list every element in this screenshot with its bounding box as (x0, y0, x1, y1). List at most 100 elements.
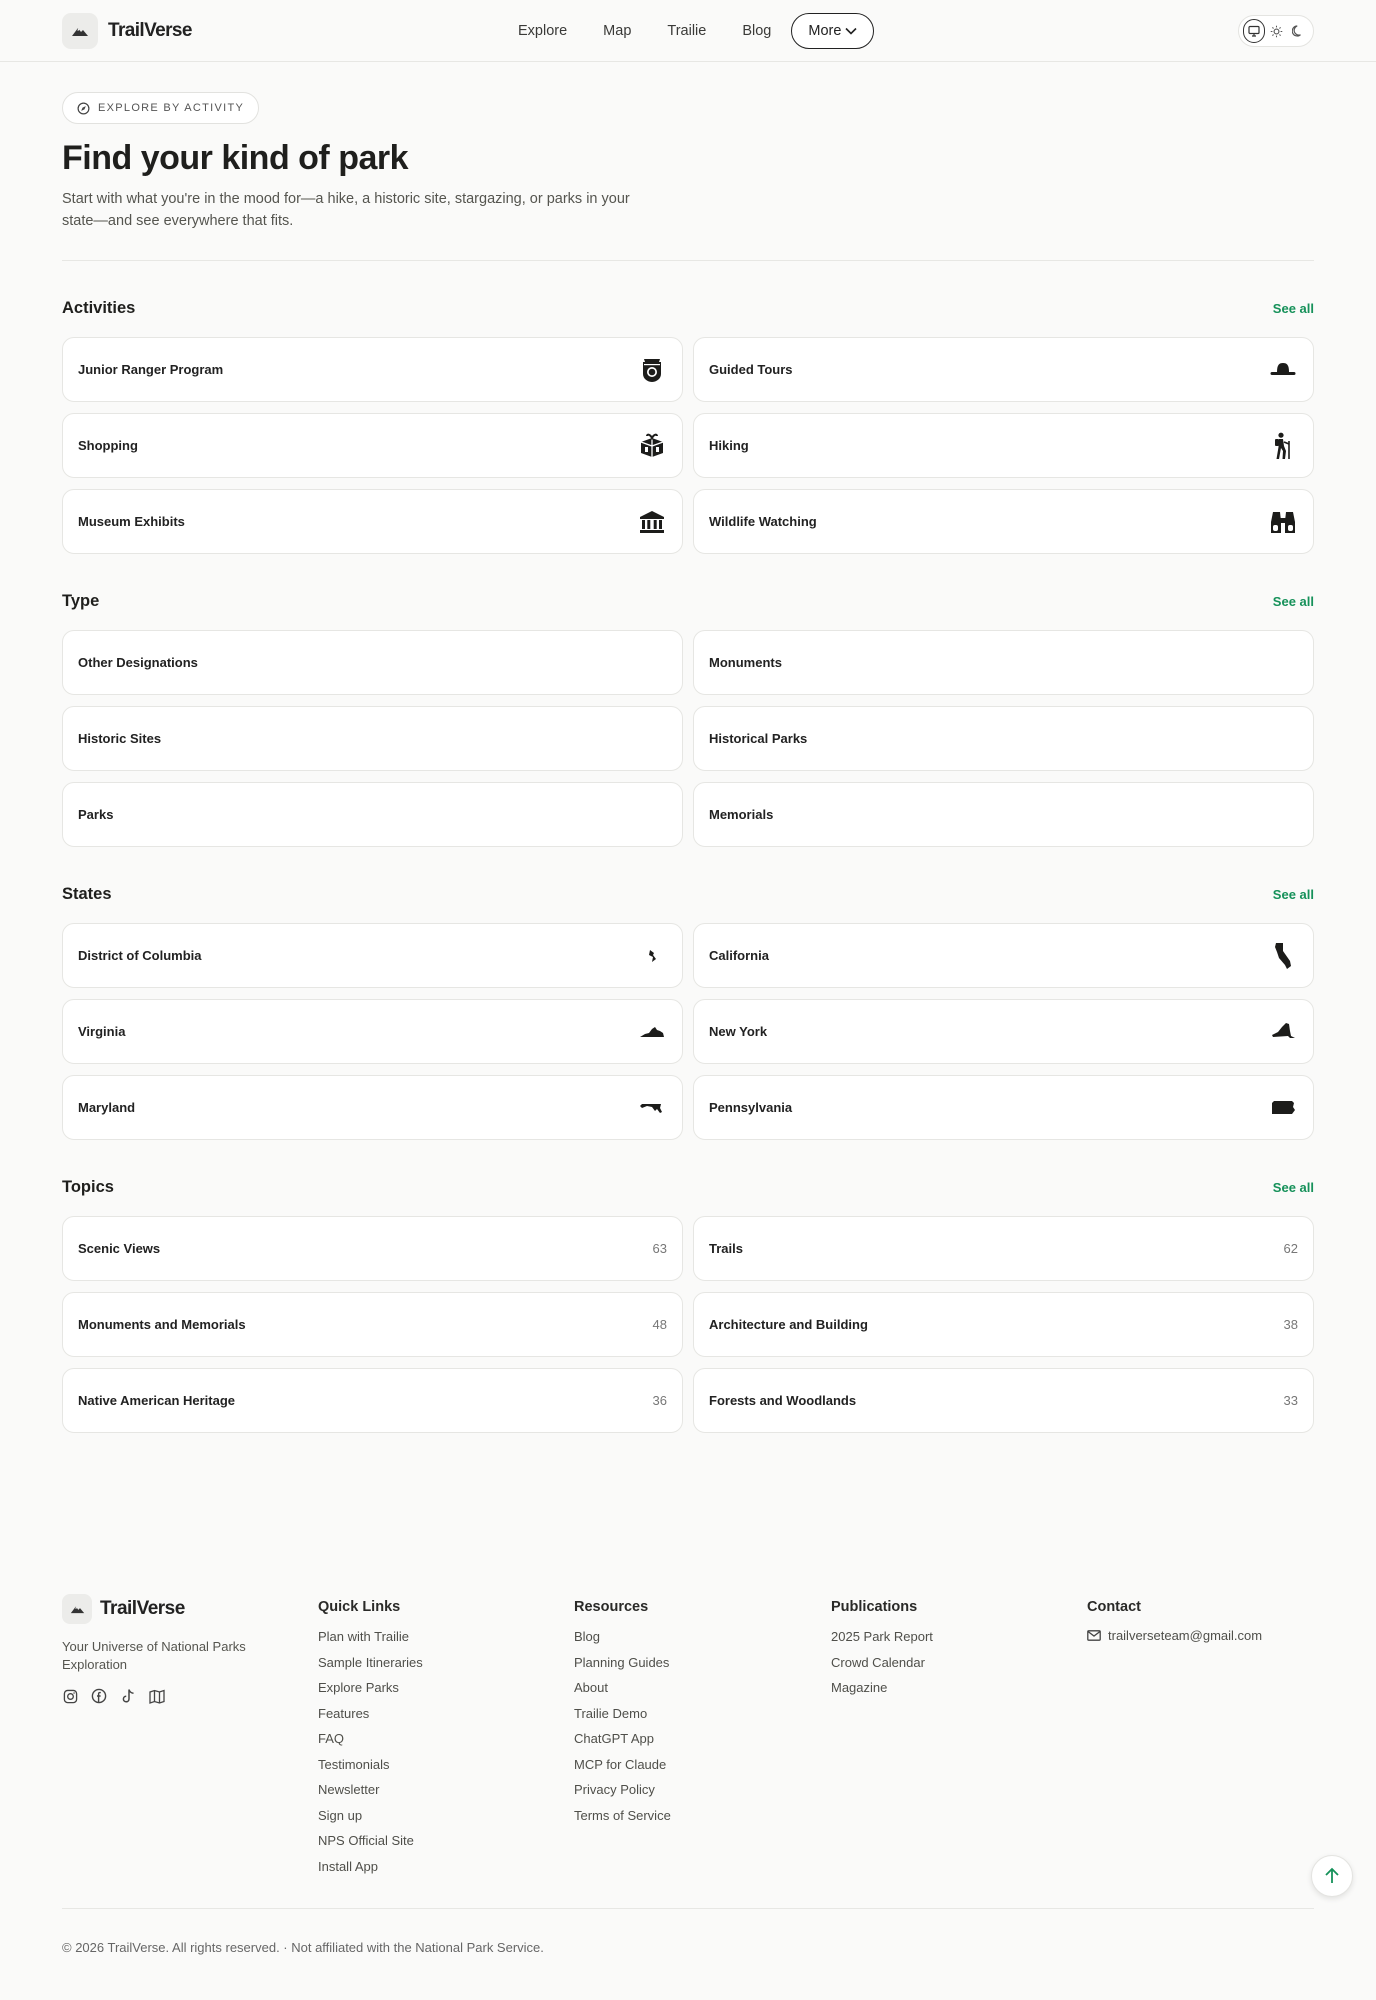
footer-link[interactable]: Blog (574, 1628, 671, 1654)
activity-card-wildlife-watching[interactable]: Wildlife Watching (693, 489, 1314, 554)
footer-link[interactable]: MCP for Claude (574, 1756, 671, 1782)
footer-link[interactable]: Crowd Calendar (831, 1654, 933, 1680)
mountain-logo-icon (62, 13, 98, 49)
nav-map[interactable]: Map (603, 23, 631, 39)
dark-theme-button[interactable] (1287, 19, 1309, 43)
card-label: Junior Ranger Program (78, 362, 224, 377)
see-all-states-link[interactable]: See all (1273, 887, 1314, 902)
activity-card-guided-tours[interactable]: Guided Tours (693, 337, 1314, 402)
footer-heading: Quick Links (318, 1599, 401, 1615)
section-title-type: Type (62, 591, 100, 610)
topic-card-forests-woodlands[interactable]: Forests and Woodlands 33 (693, 1368, 1314, 1433)
footer-link[interactable]: NPS Official Site (318, 1832, 423, 1858)
footer-contact: Contact trailverseteam@gmail.com (1087, 1594, 1262, 1643)
footer-link[interactable]: About (574, 1679, 671, 1705)
topic-count: 38 (1283, 1317, 1298, 1332)
type-card-monuments[interactable]: Monuments (693, 630, 1314, 695)
states-section: States See all District of Columbia Cali… (62, 879, 1314, 1140)
footer-heading: Resources (574, 1599, 649, 1615)
theme-toggle (1238, 15, 1314, 47)
chevron-down-icon (845, 27, 857, 35)
card-label: Guided Tours (709, 362, 793, 377)
footer-link[interactable]: Explore Parks (318, 1679, 423, 1705)
contact-email-link[interactable]: trailverseteam@gmail.com (1087, 1628, 1262, 1643)
footer-logo[interactable]: TrailVerse (62, 1594, 272, 1624)
activity-card-shopping[interactable]: Shopping (62, 413, 683, 478)
card-label: Monuments and Memorials (78, 1317, 246, 1332)
type-card-memorials[interactable]: Memorials (693, 782, 1314, 847)
activity-card-junior-ranger[interactable]: Junior Ranger Program (62, 337, 683, 402)
footer-link[interactable]: Magazine (831, 1679, 933, 1705)
monitor-icon (1248, 25, 1260, 37)
footer-brand-name: TrailVerse (100, 1598, 185, 1619)
footer-link[interactable]: FAQ (318, 1730, 423, 1756)
see-all-topics-link[interactable]: See all (1273, 1180, 1314, 1195)
card-label: Forests and Woodlands (709, 1393, 857, 1408)
arrow-up-icon (1325, 1867, 1339, 1883)
topic-card-native-american-heritage[interactable]: Native American Heritage 36 (62, 1368, 683, 1433)
scroll-to-top-button[interactable] (1311, 1855, 1353, 1897)
footer-link[interactable]: Privacy Policy (574, 1781, 671, 1807)
pennsylvania-shape-icon (1268, 1093, 1298, 1123)
footer-link[interactable]: 2025 Park Report (831, 1628, 933, 1654)
compass-icon (77, 102, 90, 114)
section-title-activities: Activities (62, 298, 136, 317)
ranger-hat-icon (1268, 355, 1298, 385)
nav-blog[interactable]: Blog (742, 23, 771, 39)
footer-link[interactable]: Trailie Demo (574, 1705, 671, 1731)
topic-count: 62 (1283, 1241, 1298, 1256)
museum-icon (637, 507, 667, 537)
system-theme-button[interactable] (1243, 19, 1266, 43)
card-label: Other Designations (78, 655, 198, 670)
footer-link[interactable]: Install App (318, 1858, 423, 1884)
light-theme-button[interactable] (1265, 19, 1287, 43)
more-menu-button[interactable]: More (791, 13, 875, 49)
card-label: Native American Heritage (78, 1393, 236, 1408)
map-icon[interactable] (149, 1688, 165, 1704)
footer-link[interactable]: Plan with Trailie (318, 1628, 423, 1654)
activity-card-museum-exhibits[interactable]: Museum Exhibits (62, 489, 683, 554)
footer-link[interactable]: Newsletter (318, 1781, 423, 1807)
footer-link[interactable]: ChatGPT App (574, 1730, 671, 1756)
instagram-icon[interactable] (62, 1688, 78, 1704)
footer-link[interactable]: Sign up (318, 1807, 423, 1833)
state-card-california[interactable]: California (693, 923, 1314, 988)
brand-name: TrailVerse (108, 20, 192, 41)
tiktok-icon[interactable] (120, 1688, 136, 1704)
more-label: More (808, 23, 842, 39)
main-content: EXPLORE BY ACTIVITY Find your kind of pa… (62, 92, 1314, 1433)
type-card-historic-sites[interactable]: Historic Sites (62, 706, 683, 771)
binoculars-icon (1268, 507, 1298, 537)
maryland-shape-icon (637, 1093, 667, 1123)
topic-card-trails[interactable]: Trails 62 (693, 1216, 1314, 1281)
card-label: Memorials (709, 807, 774, 822)
type-card-historical-parks[interactable]: Historical Parks (693, 706, 1314, 771)
state-card-pennsylvania[interactable]: Pennsylvania (693, 1075, 1314, 1140)
topic-card-scenic-views[interactable]: Scenic Views 63 (62, 1216, 683, 1281)
hiker-icon (1268, 431, 1298, 461)
footer-link[interactable]: Testimonials (318, 1756, 423, 1782)
type-card-parks[interactable]: Parks (62, 782, 683, 847)
footer-link[interactable]: Features (318, 1705, 423, 1731)
footer-link[interactable]: Terms of Service (574, 1807, 671, 1833)
see-all-type-link[interactable]: See all (1273, 594, 1314, 609)
topic-card-monuments-memorials[interactable]: Monuments and Memorials 48 (62, 1292, 683, 1357)
state-card-new-york[interactable]: New York (693, 999, 1314, 1064)
eyebrow-text: EXPLORE BY ACTIVITY (98, 102, 245, 114)
state-card-virginia[interactable]: Virginia (62, 999, 683, 1064)
activity-card-hiking[interactable]: Hiking (693, 413, 1314, 478)
see-all-activities-link[interactable]: See all (1273, 301, 1314, 316)
page-title: Find your kind of park (62, 139, 409, 177)
card-label: Museum Exhibits (78, 514, 185, 529)
footer-link[interactable]: Planning Guides (574, 1654, 671, 1680)
state-card-maryland[interactable]: Maryland (62, 1075, 683, 1140)
topic-count: 48 (652, 1317, 667, 1332)
brand-logo[interactable]: TrailVerse (62, 13, 192, 49)
nav-trailie[interactable]: Trailie (667, 23, 706, 39)
facebook-icon[interactable] (91, 1688, 107, 1704)
nav-explore[interactable]: Explore (518, 23, 567, 39)
type-card-other-designations[interactable]: Other Designations (62, 630, 683, 695)
footer-link[interactable]: Sample Itineraries (318, 1654, 423, 1680)
state-card-dc[interactable]: District of Columbia (62, 923, 683, 988)
topic-card-architecture[interactable]: Architecture and Building 38 (693, 1292, 1314, 1357)
